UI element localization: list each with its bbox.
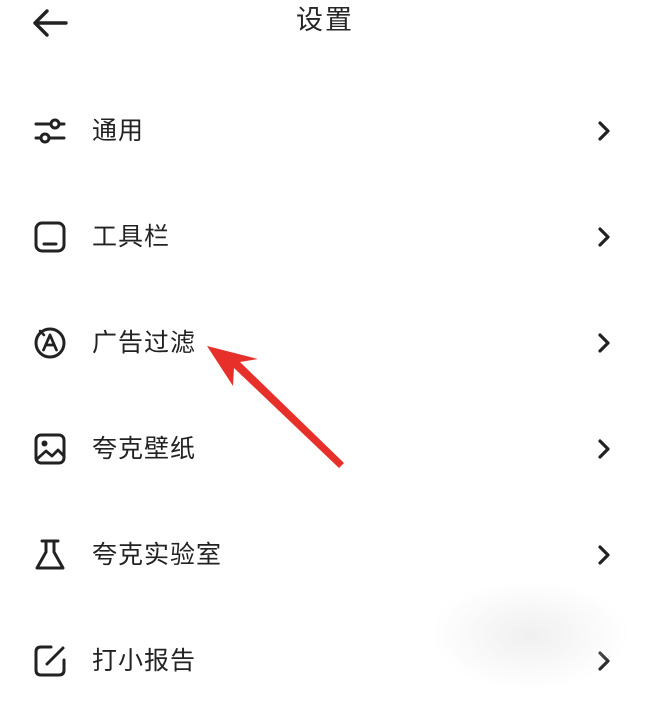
menu-item-ad-filter[interactable]: 广告过滤 <box>0 290 650 396</box>
page-title: 设置 <box>296 5 354 36</box>
menu-item-label: 夸克壁纸 <box>92 434 197 463</box>
menu-item-report[interactable]: 打小报告 <box>0 608 650 714</box>
image-icon <box>32 431 68 467</box>
chevron-right-icon <box>596 120 612 142</box>
chevron-right-icon <box>596 226 612 248</box>
menu-item-toolbar[interactable]: 工具栏 <box>0 184 650 290</box>
chevron-right-icon <box>596 544 612 566</box>
sliders-icon <box>32 113 68 149</box>
header: 设置 <box>0 0 650 48</box>
menu-item-label: 工具栏 <box>92 222 171 251</box>
edit-report-icon <box>32 643 68 679</box>
menu-item-lab[interactable]: 夸克实验室 <box>0 502 650 608</box>
menu-item-wallpaper[interactable]: 夸克壁纸 <box>0 396 650 502</box>
ad-filter-icon <box>32 325 68 361</box>
menu-item-label: 通用 <box>92 116 145 145</box>
menu-item-label: 打小报告 <box>92 646 197 675</box>
settings-menu: 通用 工具栏 广告过滤 夸克壁纸 夸克实验室 打小报告 <box>0 78 650 714</box>
toolbar-icon <box>32 219 68 255</box>
flask-icon <box>32 537 68 573</box>
menu-item-label: 夸克实验室 <box>92 540 223 569</box>
chevron-right-icon <box>596 650 612 672</box>
chevron-right-icon <box>596 332 612 354</box>
menu-item-label: 广告过滤 <box>92 328 197 357</box>
menu-item-general[interactable]: 通用 <box>0 78 650 184</box>
chevron-right-icon <box>596 438 612 460</box>
